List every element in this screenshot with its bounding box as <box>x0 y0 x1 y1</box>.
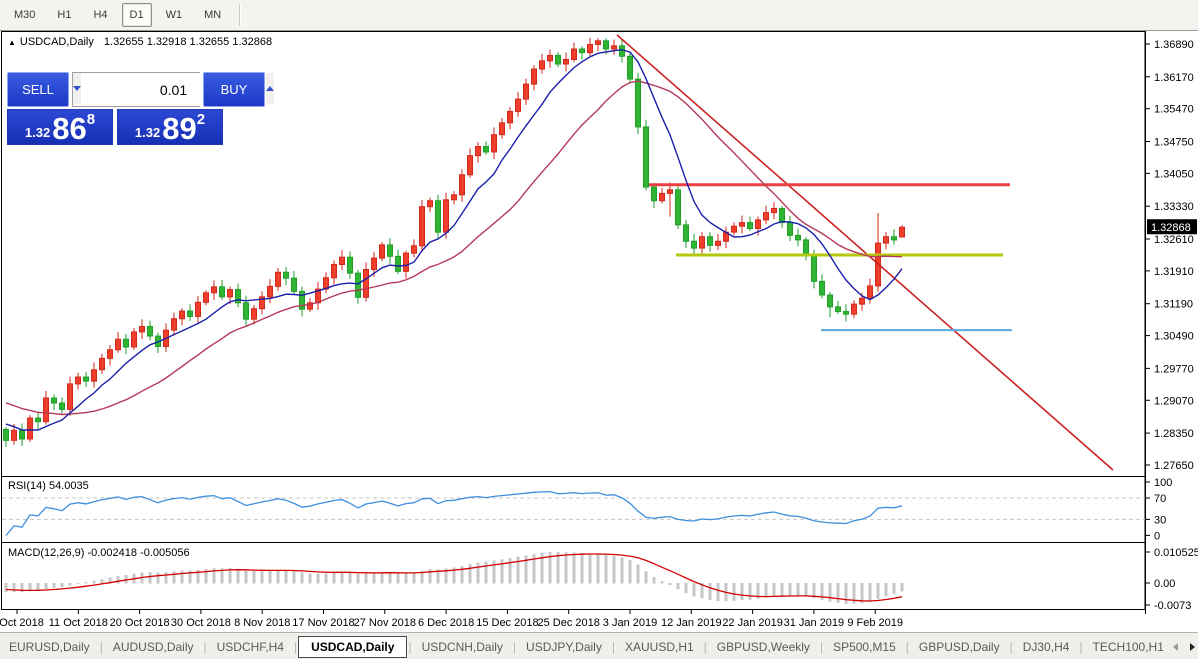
chart-tab-usdchf-h4[interactable]: USDCHF,H4 <box>208 637 293 657</box>
tab-scroll-buttons <box>1172 642 1198 651</box>
svg-text:2 Oct 2018: 2 Oct 2018 <box>0 617 44 629</box>
chart-window[interactable]: ▲ USDCAD,Daily 1.32655 1.32918 1.32655 1.3… <box>0 31 1198 632</box>
svg-text:20 Oct 2018: 20 Oct 2018 <box>110 617 170 629</box>
chart-tab-audusd-daily[interactable]: AUDUSD,Daily <box>104 637 203 657</box>
svg-text:22 Jan 2019: 22 Jan 2019 <box>722 617 783 629</box>
chart-tab-gbpusd-daily[interactable]: GBPUSD,Daily <box>910 637 1009 657</box>
svg-text:11 Oct 2018: 11 Oct 2018 <box>49 617 108 629</box>
chart-tab-tech100-h1[interactable]: TECH100,H1 <box>1084 637 1173 657</box>
svg-text:15 Dec 2018: 15 Dec 2018 <box>476 617 538 629</box>
timeframe-button-h4[interactable]: H4 <box>85 3 115 27</box>
price-axis: 1.36890 1.36170 1.35470 1.34750 1.34050 1.333… <box>1145 39 1194 472</box>
chart-tab-gbpusd-weekly[interactable]: GBPUSD,Weekly <box>708 637 819 657</box>
timeframe-button-d1[interactable]: D1 <box>121 3 152 27</box>
svg-text:1.28350: 1.28350 <box>1154 428 1194 440</box>
triangle-up-icon <box>266 86 274 91</box>
svg-text:0: 0 <box>1154 530 1160 542</box>
volume-decrease-button[interactable] <box>73 73 81 104</box>
macd-axis: 0.010525 0.00 -0.0073 <box>1145 547 1198 612</box>
svg-text:17 Nov 2018: 17 Nov 2018 <box>292 617 354 629</box>
rsi-panel-border <box>1 476 1146 543</box>
bid-big-digits: 86 <box>52 111 87 146</box>
chart-tab-dj30-h4[interactable]: DJ30,H4 <box>1014 637 1079 657</box>
svg-text:70: 70 <box>1154 493 1166 505</box>
svg-text:9 Feb 2019: 9 Feb 2019 <box>847 617 903 629</box>
svg-text:3 Jan 2019: 3 Jan 2019 <box>603 617 657 629</box>
svg-text:0.00: 0.00 <box>1154 578 1175 590</box>
svg-text:-0.0073: -0.0073 <box>1154 600 1191 612</box>
mt4-window: M30 H1 H4 D1 W1 MN ▲ USDCAD,Daily 1.32655 1.329… <box>0 0 1198 659</box>
svg-text:1.31190: 1.31190 <box>1154 299 1193 311</box>
rsi-axis: 100 70 30 0 <box>1145 477 1172 542</box>
ask-prefix: 1.32 <box>134 125 161 140</box>
svg-text:1.32868: 1.32868 <box>1151 222 1191 234</box>
svg-text:1.36890: 1.36890 <box>1154 39 1194 51</box>
bid-price-display[interactable]: 1.32 86 8 <box>7 109 113 145</box>
tab-scroll-left-icon[interactable] <box>1172 642 1178 651</box>
svg-text:30 Oct 2018: 30 Oct 2018 <box>171 617 231 629</box>
svg-text:31 Jan 2019: 31 Jan 2019 <box>784 617 845 629</box>
rsi-label: RSI(14) 54.0035 <box>8 480 89 492</box>
svg-text:1.33330: 1.33330 <box>1154 201 1194 213</box>
toolbar-separator <box>239 4 242 26</box>
svg-text:12 Jan 2019: 12 Jan 2019 <box>661 617 722 629</box>
chart-tab-bar: EURUSD,Daily | AUDUSD,Daily | USDCHF,H4 | USDC… <box>0 632 1198 659</box>
timeframe-button-m30[interactable]: M30 <box>6 3 43 27</box>
svg-text:27 Nov 2018: 27 Nov 2018 <box>354 617 416 629</box>
svg-text:30: 30 <box>1154 514 1166 526</box>
svg-text:1.36170: 1.36170 <box>1154 72 1194 84</box>
svg-text:6 Dec 2018: 6 Dec 2018 <box>418 617 474 629</box>
volume-increase-button[interactable] <box>266 73 274 104</box>
tab-scroll-right-icon[interactable] <box>1189 642 1195 651</box>
svg-text:1.35470: 1.35470 <box>1154 104 1194 116</box>
chart-tab-usdcnh-daily[interactable]: USDCNH,Daily <box>413 637 512 657</box>
bid-pip-digit: 8 <box>86 111 96 128</box>
buy-button[interactable]: BUY <box>203 72 265 107</box>
date-axis: 2 Oct 2018 11 Oct 201820 Oct 201830 Oct 2… <box>0 609 903 629</box>
triangle-down-icon <box>73 86 81 91</box>
svg-text:1.30490: 1.30490 <box>1154 331 1194 343</box>
macd-label: MACD(12,26,9) -0.002418 -0.005056 <box>8 547 190 559</box>
timeframe-button-mn[interactable]: MN <box>196 3 229 27</box>
svg-text:1.32610: 1.32610 <box>1154 234 1194 246</box>
svg-text:1.34750: 1.34750 <box>1154 136 1194 148</box>
ask-pip-digit: 2 <box>196 111 206 128</box>
one-click-trade-panel: SELL BUY 1.32 86 8 1.32 89 2 <box>7 72 274 145</box>
ask-big-digits: 89 <box>162 111 197 146</box>
timeframe-button-h1[interactable]: H1 <box>49 3 79 27</box>
current-price-tag: 1.32868 <box>1147 219 1197 235</box>
descending-trendline <box>616 34 1114 471</box>
ask-price-display[interactable]: 1.32 89 2 <box>117 109 223 145</box>
svg-text:8 Nov 2018: 8 Nov 2018 <box>234 617 290 629</box>
svg-text:1.34050: 1.34050 <box>1154 168 1194 180</box>
timeframe-button-w1[interactable]: W1 <box>158 3 191 27</box>
bid-prefix: 1.32 <box>24 125 51 140</box>
chart-tab-eurusd-daily[interactable]: EURUSD,Daily <box>0 637 99 657</box>
timeframe-toolbar: M30 H1 H4 D1 W1 MN <box>0 0 1198 31</box>
chart-tab-usdcad-daily[interactable]: USDCAD,Daily <box>298 635 408 658</box>
svg-text:1.29070: 1.29070 <box>1154 395 1194 407</box>
svg-text:1.29770: 1.29770 <box>1154 363 1194 375</box>
chart-tab-xauusd-h1[interactable]: XAUUSD,H1 <box>616 637 703 657</box>
chart-tab-sp500-m15[interactable]: SP500,M15 <box>824 637 905 657</box>
svg-text:0.010525: 0.010525 <box>1154 547 1198 559</box>
svg-text:25 Dec 2018: 25 Dec 2018 <box>538 617 600 629</box>
chart-tab-usdjpy-daily[interactable]: USDJPY,Daily <box>517 637 611 657</box>
sell-button[interactable]: SELL <box>7 72 69 107</box>
svg-text:1.27650: 1.27650 <box>1154 460 1194 472</box>
volume-stepper <box>72 72 274 107</box>
svg-text:100: 100 <box>1154 477 1172 489</box>
svg-text:1.31910: 1.31910 <box>1154 266 1194 278</box>
